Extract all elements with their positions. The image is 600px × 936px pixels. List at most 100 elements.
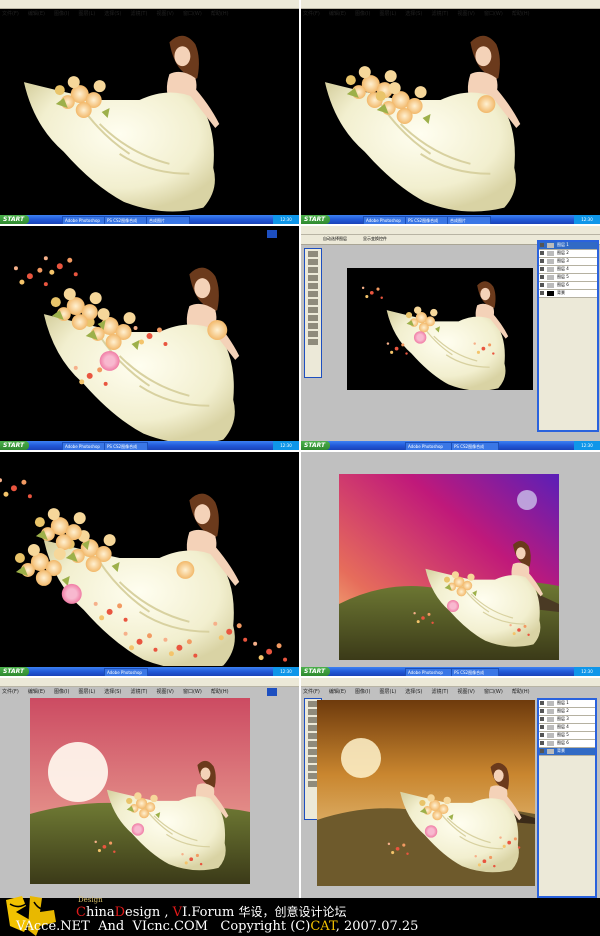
layer-row[interactable]: 图层 2 [539,708,595,716]
text-tool-icon[interactable] [308,323,318,329]
menu-item-image[interactable]: 图像(I) [353,688,372,696]
start-button[interactable]: START [301,441,330,450]
tutorial-grid: 文件(F) 编辑(E) 图像(I) 图层(L) 选择(S) 滤镜(T) 视图(V… [0,0,600,900]
credits-line-copyright: VAcce.NET And VIcnc.COM Copyright (C)CAT… [16,919,418,934]
layer-row[interactable]: 图层 5 [539,274,597,282]
windows-taskbar: START Adobe Photoshop PS CS2图像合成 12:30 [301,441,600,450]
menu-item-filter[interactable]: 滤镜(T) [128,688,149,696]
document-canvas[interactable] [347,268,533,390]
show-transform-checkbox[interactable]: 显示变换控件 [363,236,387,242]
system-tray-clock: 12:30 [273,667,299,676]
window-control-icon[interactable] [267,688,277,696]
layer-row[interactable]: 图层 3 [539,716,595,724]
gradient-tool-icon[interactable] [308,315,318,321]
layer-row[interactable]: 图层 6 [539,740,595,748]
document-canvas[interactable] [317,700,535,886]
start-button[interactable]: START [301,667,330,676]
hand-tool-icon[interactable] [308,331,318,337]
credit-author: CAT [310,919,336,934]
document-canvas[interactable] [339,474,559,660]
windows-taskbar: START Adobe Photoshop 12:30 [0,667,299,676]
auto-select-checkbox[interactable]: 自动选择图层 [323,236,347,242]
system-tray-clock: 12:30 [574,667,600,676]
layers-panel[interactable]: 图层 1 图层 2 图层 3 图层 4 图层 5 图层 6 背景 [537,240,599,432]
credit-and-text: And [98,919,125,934]
start-button[interactable]: START [0,441,29,450]
step-panel-1: 文件(F) 编辑(E) 图像(I) 图层(L) 选择(S) 滤镜(T) 视图(V… [0,0,299,224]
taskbar-button-image[interactable]: 合成图片 [447,216,491,224]
menu-item-layer[interactable]: 图层(L) [378,688,399,696]
menu-item-help[interactable]: 帮助(H) [510,688,532,696]
lasso-tool-icon[interactable] [308,267,318,273]
layer-row[interactable]: 图层 1 [539,700,595,708]
brush-tool-icon[interactable] [308,291,318,297]
menu-item-file[interactable]: 文件(F) [301,688,322,696]
zoom-tool-icon[interactable] [308,339,318,345]
taskbar-button-tutorial[interactable]: PS CS2图像合成 [405,216,449,224]
taskbar-button-tutorial[interactable]: PS CS2图像合成 [104,442,148,450]
menu-item-view[interactable]: 视图(V) [456,688,477,696]
credit-design-rest: esign , [125,905,169,920]
menu-item-select[interactable]: 选择(S) [403,688,424,696]
credit-vi-initial: V [172,905,183,920]
menu-item-select[interactable]: 选择(S) [102,688,123,696]
move-tool-icon[interactable] [308,251,318,257]
layer-row-background[interactable]: 背景 [539,748,595,756]
credit-china-rest: hina [85,905,115,920]
layer-row[interactable]: 图层 6 [539,282,597,290]
taskbar-button-photoshop[interactable]: Adobe Photoshop [363,216,407,224]
layers-panel[interactable]: 图层 1 图层 2 图层 3 图层 4 图层 5 图层 6 背景 [537,698,597,898]
layer-row[interactable]: 图层 4 [539,724,595,732]
stamp-tool-icon[interactable] [308,299,318,305]
wand-tool-icon[interactable] [308,275,318,281]
start-button[interactable]: START [0,215,29,224]
layer-row[interactable]: 图层 5 [539,732,595,740]
menu-item-view[interactable]: 视图(V) [155,688,176,696]
credit-chinese-text: 华设，创意设计论坛 [238,905,347,919]
menu-item-window[interactable]: 窗口(W) [482,688,505,696]
taskbar-button-image[interactable]: 合成图片 [146,216,190,224]
taskbar-button-tutorial[interactable]: PS CS2图像合成 [451,668,499,676]
marquee-tool-icon[interactable] [308,259,318,265]
document-canvas[interactable] [30,698,250,884]
taskbar-button-tutorial[interactable]: PS CS2图像合成 [104,216,148,224]
windows-taskbar: START Adobe Photoshop PS CS2图像合成 12:30 [0,441,299,450]
menu-item-edit[interactable]: 编辑(E) [26,688,47,696]
layer-row[interactable]: 图层 2 [539,250,597,258]
start-button[interactable]: START [301,215,330,224]
menu-item-window[interactable]: 窗口(W) [181,688,204,696]
layer-row[interactable]: 图层 4 [539,266,597,274]
start-button[interactable]: START [0,667,29,676]
layer-row[interactable]: 图层 3 [539,258,597,266]
step-panel-7: 文件(F) 编辑(E) 图像(I) 图层(L) 选择(S) 滤镜(T) 视图(V… [0,678,299,898]
layer-row-background[interactable]: 背景 [539,290,597,298]
menu-bar[interactable]: 文件(F) 编辑(E) 图像(I) 图层(L) 选择(S) 滤镜(T) 视图(V… [301,678,600,695]
credits-line-forum: ChinaDesign , VI.Forum 华设，创意设计论坛 [76,903,347,920]
credit-vacce-link[interactable]: VAcce.NET [16,919,90,934]
eraser-tool-icon[interactable] [308,307,318,313]
tools-panel[interactable] [304,248,322,378]
credit-vicnc-link[interactable]: VIcnc.COM [132,919,208,934]
windows-taskbar: START Adobe Photoshop PS CS2图像合成 12:30 [301,667,600,676]
step-panel-4: 文件(F) 编辑(E) 图像(I) 图层(L) 选择(S) 滤镜(T) 视图(V… [301,226,600,450]
menu-item-edit[interactable]: 编辑(E) [327,688,348,696]
taskbar-button-photoshop[interactable]: Adobe Photoshop [104,668,148,676]
taskbar-button-photoshop[interactable]: Adobe Photoshop [405,668,453,676]
menu-bar[interactable]: 文件(F) 编辑(E) 图像(I) 图层(L) 选择(S) 滤镜(T) 视图(V… [0,678,299,695]
menu-bar[interactable]: 文件(F) 编辑(E) 图像(I) 图层(L) 选择(S) 滤镜(T) 视图(V… [301,226,600,243]
step-panel-3: START Adobe Photoshop PS CS2图像合成 12:30 [0,226,299,450]
taskbar-button-photoshop[interactable]: Adobe Photoshop [405,442,453,450]
menu-item-help[interactable]: 帮助(H) [209,688,231,696]
layer-row[interactable]: 图层 1 [539,242,597,250]
taskbar-button-photoshop[interactable]: Adobe Photoshop [62,216,106,224]
menu-item-file[interactable]: 文件(F) [0,688,21,696]
menu-item-filter[interactable]: 滤镜(T) [429,688,450,696]
menu-item-layer[interactable]: 图层(L) [77,688,98,696]
menu-bar[interactable]: 文件(F) 编辑(E) 图像(I) 图层(L) 选择(S) 滤镜(T) 视图(V… [301,0,600,17]
crop-tool-icon[interactable] [308,283,318,289]
canvas-artwork [323,34,522,213]
taskbar-button-photoshop[interactable]: Adobe Photoshop [62,442,106,450]
menu-bar[interactable]: 文件(F) 编辑(E) 图像(I) 图层(L) 选择(S) 滤镜(T) 视图(V… [0,0,299,17]
taskbar-button-tutorial[interactable]: PS CS2图像合成 [451,442,499,450]
menu-item-image[interactable]: 图像(I) [52,688,71,696]
